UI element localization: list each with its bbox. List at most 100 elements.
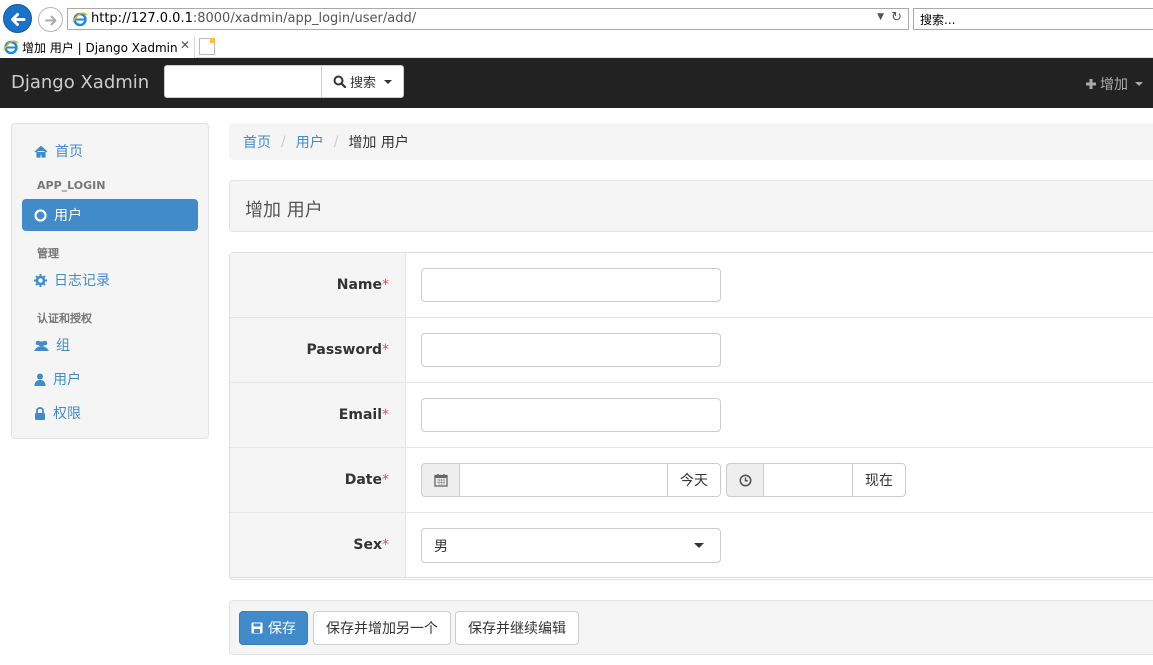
sidebar-item-app-user[interactable]: 用户 <box>22 199 198 231</box>
browser-search-input[interactable]: 搜索... <box>913 8 1153 30</box>
breadcrumb-separator: / <box>333 133 339 150</box>
sidebar-item-users[interactable]: 用户 <box>22 363 198 395</box>
back-button[interactable] <box>3 4 32 33</box>
name-label: Name * <box>230 253 406 317</box>
caret-down-icon <box>384 79 392 84</box>
clock-icon <box>739 474 751 486</box>
sidebar-item-logs[interactable]: 日志记录 <box>22 264 198 296</box>
sidebar-item-groups[interactable]: 组 <box>22 329 198 361</box>
plus-icon <box>1086 79 1096 89</box>
add-menu-label: 增加 <box>1100 77 1128 93</box>
add-menu-button[interactable]: 增加 <box>1085 74 1143 94</box>
form-row-email: Email * <box>230 383 1153 448</box>
sidebar-section-auth: 认证和授权 <box>37 312 92 325</box>
refresh-icon[interactable]: ↻ <box>891 10 902 25</box>
forward-button[interactable] <box>38 7 63 32</box>
sidebar: 首页 APP_LOGIN 用户 管理 日志记录 认证和授权 组 用户 权限 <box>11 123 209 439</box>
url-path: :8000/xadmin/app_login/user/add/ <box>192 11 417 26</box>
password-label: Password * <box>230 318 406 382</box>
form-row-name: Name * <box>230 253 1153 318</box>
email-label-text: Email <box>338 407 382 423</box>
lock-icon <box>35 406 45 420</box>
tab-title: 增加 用户 | Django Xadmin <box>22 41 178 55</box>
users-icon <box>34 340 49 351</box>
sidebar-item-label: 权限 <box>53 406 81 422</box>
password-input[interactable] <box>421 333 721 367</box>
form-row-password: Password * <box>230 318 1153 383</box>
sidebar-item-label: 用户 <box>54 208 82 224</box>
circle-icon <box>34 208 47 222</box>
sidebar-section-manage: 管理 <box>37 247 59 260</box>
address-text: http://127.0.0.1:8000/xadmin/app_login/u… <box>91 11 416 26</box>
breadcrumb-home[interactable]: 首页 <box>243 132 271 152</box>
sidebar-section-app: APP_LOGIN <box>37 179 106 192</box>
form-row-date: Date * 今天 现在 <box>230 448 1153 513</box>
close-icon[interactable]: ✕ <box>180 38 190 52</box>
time-input[interactable] <box>764 463 853 497</box>
page-title: 增加 用户 <box>229 180 1153 232</box>
email-input[interactable] <box>421 398 721 432</box>
breadcrumb-current: 增加 用户 <box>348 134 409 151</box>
caret-down-icon <box>1135 82 1143 86</box>
sidebar-item-label: 用户 <box>53 372 81 388</box>
required-mark: * <box>382 277 389 293</box>
ie-logo-icon <box>3 40 19 55</box>
browser-tab-bar: 增加 用户 | Django Xadmin ✕ <box>0 36 1153 58</box>
calendar-icon <box>433 474 448 487</box>
browser-tab[interactable]: 增加 用户 | Django Xadmin ✕ <box>0 36 195 58</box>
now-button-label: 现在 <box>865 473 893 489</box>
required-mark: * <box>382 537 389 553</box>
dropdown-icon[interactable]: ▼ <box>877 12 884 22</box>
clock-addon[interactable] <box>726 463 764 497</box>
breadcrumb-users[interactable]: 用户 <box>296 132 324 152</box>
sidebar-item-permissions[interactable]: 权限 <box>22 397 198 429</box>
user-icon <box>34 373 46 386</box>
sidebar-item-label: 首页 <box>55 144 83 160</box>
sidebar-item-label: 组 <box>56 338 70 354</box>
save-icon <box>251 622 263 634</box>
save-continue-label: 保存并继续编辑 <box>468 621 566 637</box>
required-mark: * <box>382 472 389 488</box>
search-input[interactable] <box>164 65 322 98</box>
sex-select-value: 男 <box>434 538 448 555</box>
gear-icon <box>34 273 47 287</box>
breadcrumb-separator: / <box>281 133 286 150</box>
sidebar-item-home[interactable]: 首页 <box>22 135 198 167</box>
sex-select[interactable]: 男 <box>421 528 721 563</box>
now-button[interactable]: 现在 <box>853 463 906 497</box>
url-host: http://127.0.0.1 <box>91 11 193 26</box>
address-input[interactable]: http://127.0.0.1:8000/xadmin/app_login/u… <box>67 8 909 30</box>
save-add-another-button[interactable]: 保存并增加另一个 <box>313 611 451 645</box>
name-input[interactable] <box>421 268 721 302</box>
browser-address-bar: http://127.0.0.1:8000/xadmin/app_login/u… <box>0 0 1153 36</box>
email-label: Email * <box>230 383 406 447</box>
required-mark: * <box>382 342 389 358</box>
arrow-left-icon <box>11 13 26 26</box>
date-label-text: Date <box>344 472 382 488</box>
date-label: Date * <box>230 448 406 512</box>
save-add-another-label: 保存并增加另一个 <box>326 621 438 637</box>
save-button[interactable]: 保存 <box>239 611 308 645</box>
search-button[interactable]: 搜索 <box>321 65 404 98</box>
search-icon <box>333 75 346 88</box>
password-label-text: Password <box>306 342 382 358</box>
date-input[interactable] <box>460 463 668 497</box>
required-mark: * <box>382 407 389 423</box>
name-label-text: Name <box>336 277 382 293</box>
calendar-addon[interactable] <box>421 463 460 497</box>
arrow-right-icon <box>45 15 57 26</box>
new-tab-button[interactable] <box>199 38 215 55</box>
today-button[interactable]: 今天 <box>668 463 721 497</box>
sex-label-text: Sex <box>353 537 382 553</box>
save-button-label: 保存 <box>268 621 296 637</box>
caret-down-icon <box>694 543 704 548</box>
brand-title[interactable]: Django Xadmin <box>11 72 149 93</box>
add-user-form: Name * Password * Email * Date * 今天 现在 S… <box>229 252 1153 580</box>
save-continue-button[interactable]: 保存并继续编辑 <box>455 611 579 645</box>
time-input-group: 现在 <box>726 463 906 497</box>
home-icon <box>34 145 48 158</box>
date-input-group: 今天 <box>421 463 721 497</box>
ie-logo-icon <box>72 12 88 27</box>
search-button-label: 搜索 <box>349 76 376 91</box>
top-navbar: Django Xadmin 搜索 增加 <box>0 58 1153 108</box>
